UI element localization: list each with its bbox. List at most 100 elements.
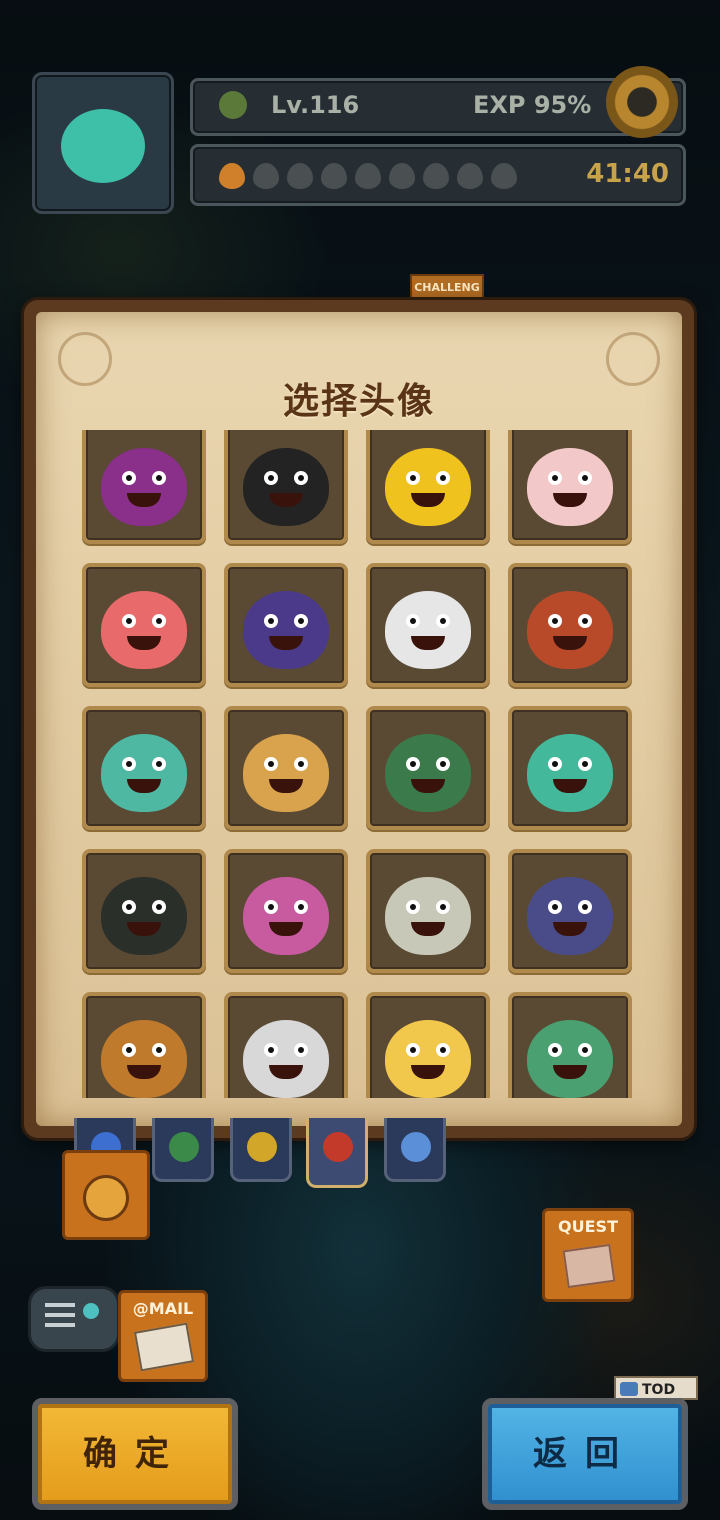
top-hat-shadow-avatar[interactable] xyxy=(224,430,348,544)
eye-icon xyxy=(121,757,136,772)
mouth-icon xyxy=(126,778,162,793)
menu-button[interactable] xyxy=(28,1286,120,1352)
scarecrow-avatar[interactable] xyxy=(82,992,206,1098)
eye-icon xyxy=(263,900,278,915)
stamina-bar: 41:40 xyxy=(190,144,686,206)
mouth-icon xyxy=(410,492,446,507)
player-avatar[interactable] xyxy=(32,72,174,214)
mail-button[interactable]: @MAIL xyxy=(118,1290,208,1382)
mouth-icon xyxy=(126,1064,162,1079)
back-button[interactable]: 返回 xyxy=(482,1398,688,1510)
mouth-icon xyxy=(552,1064,588,1079)
eye-icon xyxy=(547,614,562,629)
confirm-button[interactable]: 确定 xyxy=(32,1398,238,1510)
monster-portrait-icon xyxy=(527,590,613,669)
yellow-gift-box-avatar[interactable] xyxy=(366,430,490,544)
eye-icon xyxy=(152,757,167,772)
horned-mage-avatar[interactable] xyxy=(224,706,348,830)
eye-icon xyxy=(578,900,593,915)
white-hair-hatter-avatar[interactable] xyxy=(224,992,348,1098)
quest-label: QUEST xyxy=(558,1217,618,1236)
plague-doctor-avatar[interactable] xyxy=(82,849,206,973)
fan-dancer-avatar[interactable] xyxy=(224,849,348,973)
carrot-icon xyxy=(457,163,483,189)
crystal-demon-avatar[interactable] xyxy=(82,430,206,544)
pink-gift-box-avatar[interactable] xyxy=(508,430,632,544)
green-zombie-avatar[interactable] xyxy=(508,706,632,830)
monster-portrait-icon xyxy=(101,1019,187,1098)
eye-icon xyxy=(547,757,562,772)
mouth-icon xyxy=(268,921,304,936)
eye-icon xyxy=(436,900,451,915)
purple-knight-avatar[interactable] xyxy=(224,563,348,687)
eye-icon xyxy=(152,1043,167,1058)
monster-portrait-icon xyxy=(527,876,613,955)
stamina-timer: 41:40 xyxy=(586,159,669,189)
tab-green-category[interactable] xyxy=(152,1118,214,1182)
exp-percent: EXP 95% xyxy=(473,91,592,119)
quest-button[interactable]: QUEST xyxy=(542,1208,634,1302)
carrot-icon xyxy=(219,163,245,189)
mouth-icon xyxy=(126,921,162,936)
mouth-icon xyxy=(552,921,588,936)
todo-label: TOD xyxy=(642,1382,676,1398)
eye-icon xyxy=(436,614,451,629)
tab-red-category[interactable] xyxy=(306,1118,368,1188)
armored-knight-avatar[interactable] xyxy=(366,849,490,973)
monster-portrait-icon xyxy=(243,1019,329,1098)
settings-gear-icon[interactable] xyxy=(606,66,678,138)
carrot-icon xyxy=(287,163,313,189)
eye-icon xyxy=(578,614,593,629)
carrot-icon xyxy=(491,163,517,189)
eye-icon xyxy=(121,900,136,915)
monster-portrait-icon xyxy=(243,733,329,812)
eye-icon xyxy=(578,757,593,772)
pink-slime-avatar[interactable] xyxy=(82,563,206,687)
player-avatar-image xyxy=(61,109,145,183)
carrot-icon xyxy=(355,163,381,189)
monster-head-icon xyxy=(323,1132,353,1162)
camera-icon xyxy=(620,1382,638,1396)
mail-label: @MAIL xyxy=(132,1299,194,1318)
jade-lion-avatar[interactable] xyxy=(508,992,632,1098)
monster-portrait-icon xyxy=(527,733,613,812)
winged-vampire-avatar[interactable] xyxy=(508,849,632,973)
red-ogre-avatar[interactable] xyxy=(508,563,632,687)
white-blob-avatar[interactable] xyxy=(366,563,490,687)
monster-portrait-icon xyxy=(385,447,471,526)
monster-portrait-icon xyxy=(243,590,329,669)
mouth-icon xyxy=(126,635,162,650)
eye-icon xyxy=(263,1043,278,1058)
ticket-icon xyxy=(562,1243,616,1289)
golden-princess-avatar[interactable] xyxy=(366,992,490,1098)
monster-head-icon xyxy=(169,1132,199,1162)
monster-portrait-icon xyxy=(243,447,329,526)
tab-yellow-category[interactable] xyxy=(230,1118,292,1182)
monster-portrait-icon xyxy=(101,590,187,669)
mouth-icon xyxy=(268,778,304,793)
panel-title: 选择头像 xyxy=(282,381,435,422)
tentacle-winged-avatar[interactable] xyxy=(366,706,490,830)
eye-icon xyxy=(405,614,420,629)
avatar-select-panel: 选择头像 xyxy=(24,300,694,1138)
mouth-icon xyxy=(126,492,162,507)
carrot-icon xyxy=(389,163,415,189)
eye-icon xyxy=(436,1043,451,1058)
eye-icon xyxy=(405,1043,420,1058)
monster-portrait-icon xyxy=(101,876,187,955)
challenge-button[interactable]: CHALLENG xyxy=(410,274,484,302)
todo-button[interactable]: TOD xyxy=(614,1376,698,1400)
silver-hair-avatar[interactable] xyxy=(82,706,206,830)
tab-unknown-category[interactable] xyxy=(384,1118,446,1182)
player-level: Lv.116 xyxy=(271,91,360,119)
monster-portrait-icon xyxy=(385,1019,471,1098)
eye-icon xyxy=(294,757,309,772)
eye-icon xyxy=(152,471,167,486)
eye-icon xyxy=(294,471,309,486)
monster-head-icon xyxy=(247,1132,277,1162)
eye-icon xyxy=(263,757,278,772)
eye-icon xyxy=(405,757,420,772)
eye-icon xyxy=(294,900,309,915)
potion-shop-button[interactable] xyxy=(62,1150,150,1240)
menu-lines-icon xyxy=(45,1303,75,1307)
